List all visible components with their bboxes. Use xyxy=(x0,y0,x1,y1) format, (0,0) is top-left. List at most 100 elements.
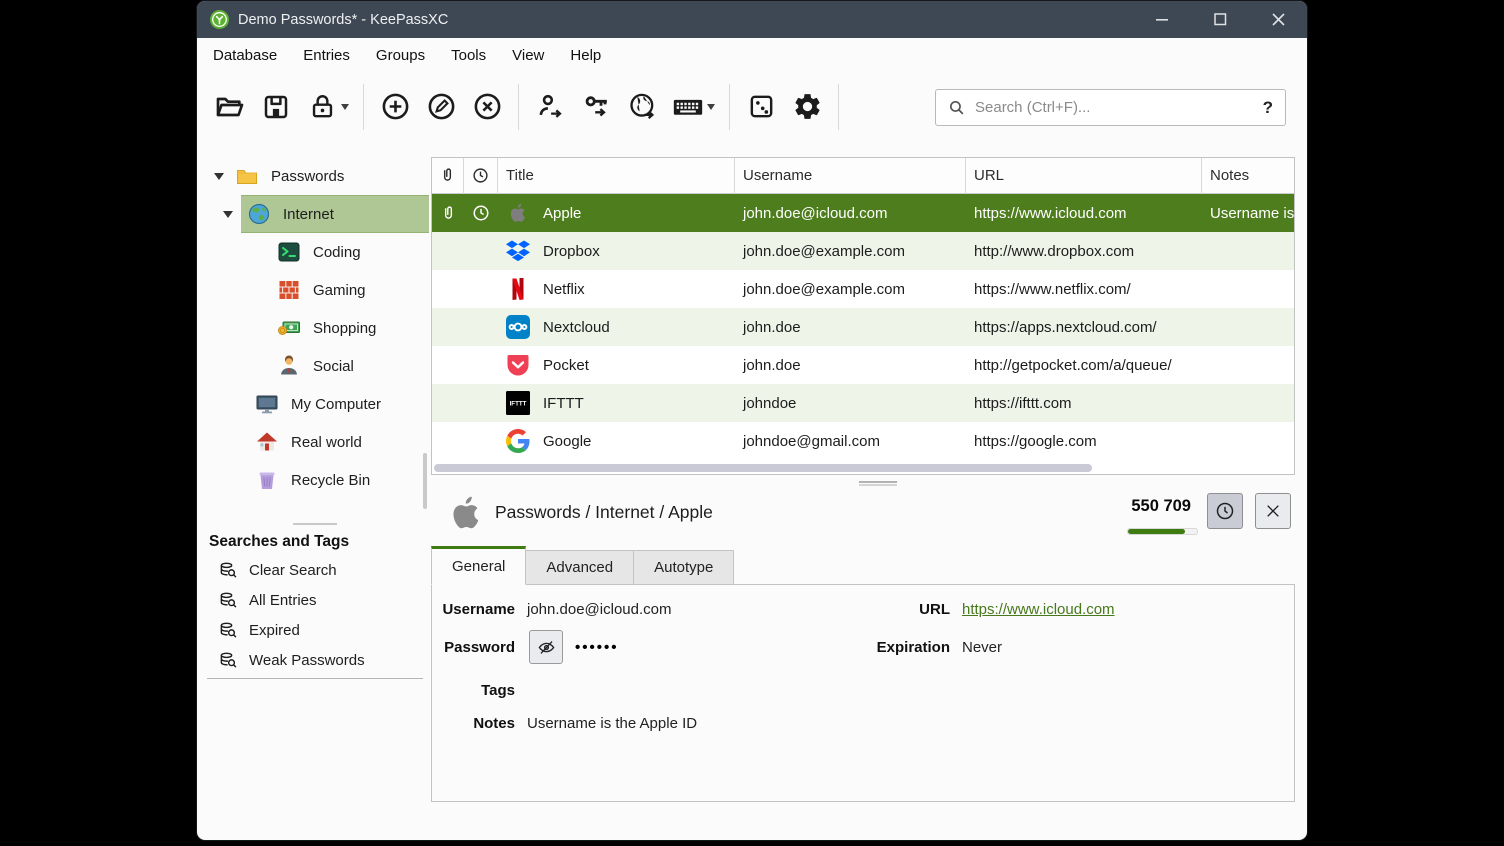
minimize-button[interactable] xyxy=(1133,1,1191,38)
expand-arrow-icon[interactable] xyxy=(223,211,233,218)
entry-row-netflix[interactable]: Netflix john.doe@example.com https://www… xyxy=(432,270,1294,308)
money-icon xyxy=(277,316,301,340)
search-help-button[interactable]: ? xyxy=(1263,98,1273,118)
panel-splitter-handle[interactable] xyxy=(859,481,897,483)
group-label: Gaming xyxy=(313,282,366,299)
group-real-world[interactable]: Real world xyxy=(197,423,429,461)
horizontal-scrollbar[interactable] xyxy=(434,464,1092,472)
sidebar-splitter-handle[interactable] xyxy=(293,523,337,525)
header-notes-column[interactable]: Notes xyxy=(1202,158,1294,194)
entry-url: https://apps.nextcloud.com/ xyxy=(966,319,1202,336)
group-coding[interactable]: Coding xyxy=(197,233,429,271)
lock-database-button[interactable] xyxy=(299,83,345,131)
header-attachment-column[interactable] xyxy=(432,158,464,194)
save-database-button[interactable] xyxy=(253,83,299,131)
group-internet[interactable]: Internet xyxy=(197,195,429,233)
saved-search-icon xyxy=(219,561,238,580)
delete-entry-button[interactable] xyxy=(464,83,510,131)
tab-advanced[interactable]: Advanced xyxy=(526,550,634,585)
search-input[interactable] xyxy=(975,99,1263,116)
maximize-button[interactable] xyxy=(1191,1,1249,38)
open-database-button[interactable] xyxy=(207,83,253,131)
entry-row-pocket[interactable]: Pocket john.doe http://getpocket.com/a/q… xyxy=(432,346,1294,384)
selected-group-highlight[interactable]: Internet xyxy=(241,195,429,233)
close-window-button[interactable] xyxy=(1249,1,1307,38)
menu-database[interactable]: Database xyxy=(200,42,290,69)
toolbar: ? xyxy=(197,72,1307,141)
entry-title: Nextcloud xyxy=(543,319,610,336)
close-preview-button[interactable] xyxy=(1255,493,1291,529)
entry-url: https://www.netflix.com/ xyxy=(966,281,1202,298)
settings-gear-button[interactable] xyxy=(784,83,830,131)
house-icon xyxy=(255,430,279,454)
trash-icon xyxy=(255,468,279,492)
pocket-icon xyxy=(506,353,530,377)
header-url-column[interactable]: URL xyxy=(966,158,1202,194)
entry-title: IFTTT xyxy=(543,395,584,412)
header-title-column[interactable]: Title xyxy=(498,158,735,194)
menu-view[interactable]: View xyxy=(499,42,557,69)
entry-title: Google xyxy=(543,433,591,450)
search-item-label: Clear Search xyxy=(249,562,337,579)
group-recycle-bin[interactable]: Recycle Bin xyxy=(197,461,429,499)
saved-search-icon xyxy=(219,621,238,640)
group-label: Passwords xyxy=(271,168,344,185)
header-expiry-column[interactable] xyxy=(464,158,498,194)
group-my-computer[interactable]: My Computer xyxy=(197,385,429,423)
tab-autotype[interactable]: Autotype xyxy=(634,550,734,585)
tab-general[interactable]: General xyxy=(431,546,526,585)
toolbar-separator xyxy=(838,84,839,130)
add-entry-button[interactable] xyxy=(372,83,418,131)
search-item-weak-passwords[interactable]: Weak Passwords xyxy=(197,645,429,675)
open-url-button[interactable] xyxy=(619,83,665,131)
entry-row-dropbox[interactable]: Dropbox john.doe@example.com http://www.… xyxy=(432,232,1294,270)
entry-preview-header: Passwords / Internet / Apple 550 709 xyxy=(429,487,1307,543)
toggle-password-visibility-button[interactable] xyxy=(529,630,563,664)
url-link[interactable]: https://www.icloud.com xyxy=(962,601,1115,618)
group-social[interactable]: Social xyxy=(197,347,429,385)
search-box[interactable]: ? xyxy=(935,89,1286,126)
entry-row-ifttt[interactable]: IFTTTIFTTT johndoe https://ifttt.com xyxy=(432,384,1294,422)
clock-icon xyxy=(472,167,489,184)
edit-entry-button[interactable] xyxy=(418,83,464,131)
autotype-button[interactable] xyxy=(665,83,711,131)
entry-notes: Username is t xyxy=(1202,205,1294,222)
menu-entries[interactable]: Entries xyxy=(290,42,363,69)
password-generator-dice-button[interactable] xyxy=(738,83,784,131)
saved-search-icon xyxy=(219,591,238,610)
entry-row-nextcloud[interactable]: Nextcloud john.doe https://apps.nextclou… xyxy=(432,308,1294,346)
menu-tools[interactable]: Tools xyxy=(438,42,499,69)
group-label: Coding xyxy=(313,244,361,261)
username-value: john.doe@icloud.com xyxy=(527,601,671,618)
monitor-icon xyxy=(255,392,279,416)
keepassxc-logo-icon xyxy=(210,10,229,29)
bricks-icon xyxy=(277,278,301,302)
group-label: Internet xyxy=(283,206,334,223)
group-gaming[interactable]: Gaming xyxy=(197,271,429,309)
entry-url: https://ifttt.com xyxy=(966,395,1202,412)
apple-icon xyxy=(506,201,530,225)
header-username-column[interactable]: Username xyxy=(735,158,966,194)
menu-help[interactable]: Help xyxy=(557,42,614,69)
entry-row-apple[interactable]: Apple john.doe@icloud.com https://www.ic… xyxy=(432,194,1294,232)
expand-arrow-icon[interactable] xyxy=(214,173,224,180)
titlebar[interactable]: Demo Passwords* - KeePassXC xyxy=(197,1,1307,38)
entry-row-google[interactable]: Google johndoe@gmail.com https://google.… xyxy=(432,422,1294,460)
group-passwords[interactable]: Passwords xyxy=(197,157,429,195)
entry-url: http://getpocket.com/a/queue/ xyxy=(966,357,1202,374)
search-item-expired[interactable]: Expired xyxy=(197,615,429,645)
sidebar-scrollbar[interactable] xyxy=(423,453,427,509)
search-item-all-entries[interactable]: All Entries xyxy=(197,585,429,615)
notes-label: Notes xyxy=(473,715,515,732)
countdown-timer-button[interactable] xyxy=(1207,493,1243,529)
group-shopping[interactable]: Shopping xyxy=(197,309,429,347)
copy-password-button[interactable] xyxy=(573,83,619,131)
folder-icon xyxy=(235,164,259,188)
globe-icon xyxy=(247,202,271,226)
search-item-clear-search[interactable]: Clear Search xyxy=(197,555,429,585)
copy-username-button[interactable] xyxy=(527,83,573,131)
menu-groups[interactable]: Groups xyxy=(363,42,438,69)
password-label: Password xyxy=(444,639,515,656)
search-item-label: Expired xyxy=(249,622,300,639)
toolbar-separator xyxy=(518,84,519,130)
